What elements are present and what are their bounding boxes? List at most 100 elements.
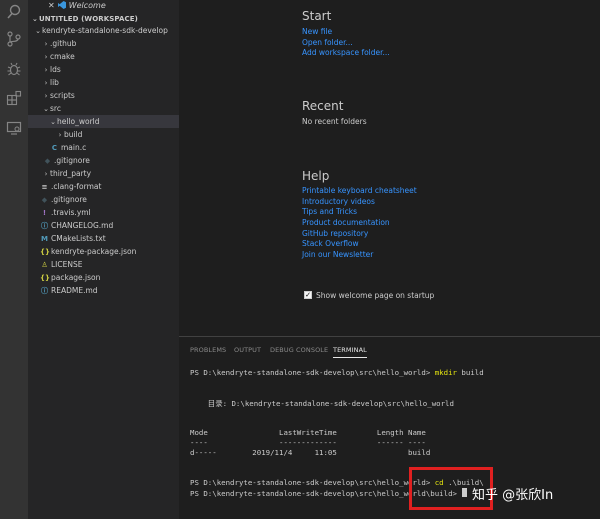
info-file-icon: ⓘ [41, 286, 48, 295]
tree-item-label: cmake [50, 52, 75, 61]
welcome-editor: Start New file Open folder... Add worksp… [179, 0, 600, 336]
chevron-down-icon: ⌄ [43, 104, 49, 113]
tree-item-label: kendryte-package.json [51, 247, 137, 256]
json-file-icon: {} [40, 273, 50, 282]
open-folder-link[interactable]: Open folder... [302, 38, 353, 47]
tree-item-package-json[interactable]: {} package.json [28, 271, 179, 284]
watermark: 知乎 @张欣In [472, 488, 554, 503]
tree-item-lib[interactable]: › lib [28, 76, 179, 89]
tab-welcome-label: Welcome [68, 0, 106, 10]
terminal-command: mkdir [434, 368, 457, 377]
tree-item-hello-world[interactable]: ⌄ hello_world [28, 115, 179, 128]
tree-item-main-c[interactable]: C main.c [28, 141, 179, 154]
tree-item-cmake[interactable]: › cmake [28, 50, 179, 63]
tree-item-scripts[interactable]: › scripts [28, 89, 179, 102]
markdown-file-icon: M [41, 234, 48, 243]
tree-item-third-party[interactable]: › third_party [28, 167, 179, 180]
no-recent-folders-text: No recent folders [302, 117, 367, 126]
tree-item-sdk-root[interactable]: ⌄ kendryte-standalone-sdk-develop [28, 24, 179, 37]
tree-item-changelog[interactable]: ⓘ CHANGELOG.md [28, 219, 179, 232]
tree-item-label: hello_world [57, 117, 100, 126]
terminal-prompt: PS D:\kendryte-standalone-sdk-develop\sr… [190, 478, 435, 487]
chevron-down-icon: ⌄ [32, 15, 38, 23]
tree-item-clang-format[interactable]: ≡ .clang-format [28, 180, 179, 193]
git-file-icon: ◆ [41, 195, 48, 204]
tree-item-label: build [64, 130, 83, 139]
newsletter-link[interactable]: Join our Newsletter [302, 250, 373, 259]
product-documentation-link[interactable]: Product documentation [302, 218, 390, 227]
git-file-icon: ◆ [44, 156, 51, 165]
chevron-down-icon: ⌄ [50, 117, 56, 126]
tree-item-label: .gitignore [51, 195, 87, 204]
tree-item-label: LICENSE [51, 260, 83, 269]
chevron-right-icon: › [44, 65, 48, 74]
tree-item-label: .clang-format [51, 182, 102, 191]
terminal-argument: build [456, 368, 484, 377]
tree-item-lds[interactable]: › lds [28, 63, 179, 76]
keyboard-cheatsheet-link[interactable]: Printable keyboard cheatsheet [302, 186, 417, 195]
search-icon[interactable] [4, 2, 24, 22]
show-welcome-checkbox[interactable]: ✓ [304, 291, 312, 299]
help-heading: Help [302, 169, 330, 183]
stack-overflow-link[interactable]: Stack Overflow [302, 239, 359, 248]
terminal-prompt: PS D:\kendryte-standalone-sdk-develop\sr… [190, 368, 435, 377]
remote-explorer-icon[interactable] [4, 118, 24, 138]
github-repository-link[interactable]: GitHub repository [302, 229, 368, 238]
tips-and-tricks-link[interactable]: Tips and Tricks [302, 207, 357, 216]
tab-welcome[interactable]: ✕ Welcome [28, 0, 106, 11]
config-file-icon: ≡ [41, 182, 48, 191]
terminal-line-entry: d----- 2019/11/4 11:05 build [190, 448, 431, 457]
tree-item-label: README.md [51, 286, 98, 295]
tree-item-label: CMakeLists.txt [51, 234, 106, 243]
introductory-videos-link[interactable]: Introductory videos [302, 197, 375, 206]
debug-icon[interactable] [4, 59, 24, 79]
tree-item-src[interactable]: ⌄ src [28, 102, 179, 115]
json-file-icon: {} [40, 247, 50, 256]
tree-item-label: third_party [50, 169, 92, 178]
terminal-line-directory: 目录: D:\kendryte-standalone-sdk-develop\s… [190, 399, 454, 408]
tree-item-cmakelists[interactable]: M CMakeLists.txt [28, 232, 179, 245]
chevron-right-icon: › [44, 91, 48, 100]
new-file-link[interactable]: New file [302, 27, 332, 36]
tab-output[interactable]: OUTPUT [234, 346, 261, 354]
tree-item-license[interactable]: ♙ LICENSE [28, 258, 179, 271]
open-editors-strip: ✕ Welcome [28, 0, 179, 11]
tree-item-build[interactable]: › build [28, 128, 179, 141]
tree-item-readme[interactable]: ⓘ README.md [28, 284, 179, 297]
chevron-right-icon: › [44, 78, 48, 87]
tree-item-label: package.json [51, 273, 101, 282]
chevron-down-icon: ⌄ [35, 26, 41, 35]
tree-item-label: CHANGELOG.md [51, 221, 114, 230]
add-workspace-folder-link[interactable]: Add workspace folder... [302, 48, 390, 57]
source-control-icon[interactable] [4, 29, 24, 49]
c-file-icon: C [51, 143, 58, 152]
terminal-line-mkdir: PS D:\kendryte-standalone-sdk-develop\sr… [190, 368, 484, 377]
info-file-icon: ⓘ [41, 221, 48, 230]
tree-item-label: lds [50, 65, 61, 74]
terminal-line-separator: ---- ------------- ------ ---- [190, 438, 426, 447]
tree-item-label: src [50, 104, 61, 113]
tree-item-gitignore-hello[interactable]: ◆ .gitignore [28, 154, 179, 167]
close-icon[interactable]: ✕ [48, 1, 55, 10]
tab-debug-console[interactable]: DEBUG CONSOLE [270, 346, 328, 354]
recent-heading: Recent [302, 99, 344, 113]
tree-item-label: .travis.yml [51, 208, 91, 217]
tree-item-kendryte-package[interactable]: {} kendryte-package.json [28, 245, 179, 258]
start-heading: Start [302, 9, 332, 23]
terminal-line-header: Mode LastWriteTime Length Name [190, 428, 426, 437]
chevron-right-icon: › [44, 52, 48, 61]
tree-item-label: .gitignore [54, 156, 90, 165]
extensions-icon[interactable] [4, 88, 24, 108]
chevron-right-icon: › [44, 169, 48, 178]
tree-item-label: .github [50, 39, 77, 48]
chevron-right-icon: › [44, 39, 48, 48]
activity-bar [0, 0, 28, 519]
tab-problems[interactable]: PROBLEMS [190, 346, 226, 354]
tab-terminal[interactable]: TERMINAL [333, 346, 367, 358]
show-welcome-label: Show welcome page on startup [316, 291, 435, 300]
tree-item-github[interactable]: › .github [28, 37, 179, 50]
workspace-title: UNTITLED (WORKSPACE) [39, 15, 138, 23]
license-file-icon: ♙ [41, 260, 48, 269]
tree-item-travis-yml[interactable]: ! .travis.yml [28, 206, 179, 219]
tree-item-gitignore[interactable]: ◆ .gitignore [28, 193, 179, 206]
